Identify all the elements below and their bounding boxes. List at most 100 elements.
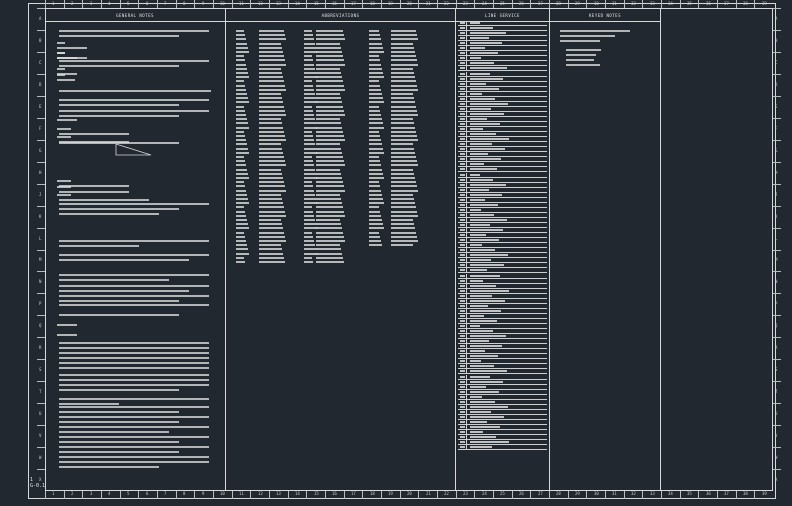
abbreviation-text: [391, 30, 416, 32]
grid-tick: [586, 0, 587, 8]
row-description: [470, 385, 486, 388]
note-text-line: [59, 133, 129, 135]
row-description: [470, 355, 498, 358]
grid-tick: [138, 491, 139, 499]
row-code: [460, 436, 465, 439]
abbreviation-text: [369, 89, 381, 91]
abbreviation-text: [316, 190, 345, 192]
abbreviation-text: [236, 156, 244, 158]
row-description: [470, 128, 483, 131]
slope-diagram: [115, 143, 152, 156]
grid-row-label: P: [39, 301, 42, 306]
note-text-line: [59, 290, 189, 292]
row-description: [470, 102, 508, 105]
grid-column-label: 26: [519, 1, 524, 6]
abbreviation-text: [236, 236, 245, 238]
grid-tick: [773, 8, 781, 9]
abbreviation-text: [316, 219, 340, 221]
abbreviation-text: [391, 215, 418, 217]
grid-tick: [773, 337, 781, 338]
note-text-line: [59, 421, 179, 423]
grid-tick: [773, 271, 781, 272]
note-text-line: [59, 199, 149, 201]
grid-tick: [773, 293, 781, 294]
abbreviation-text: [236, 97, 248, 99]
grid-row-label: H: [39, 170, 42, 175]
abbreviation-text: [236, 85, 245, 87]
grid-column-label: 34: [668, 491, 673, 496]
grid-tick: [45, 0, 46, 8]
abbreviation-text: [236, 127, 249, 129]
row-description: [470, 365, 494, 368]
abbreviation-text: [304, 240, 314, 242]
grid-row-label: R: [775, 345, 778, 350]
abbreviation-text: [236, 59, 245, 61]
row-description: [470, 360, 481, 363]
abbreviation-text: [316, 198, 341, 200]
grid-tick: [474, 0, 475, 8]
row-description: [470, 183, 506, 186]
abbreviation-text: [316, 114, 345, 116]
abbreviation-text: [236, 135, 245, 137]
abbreviation-text: [369, 143, 382, 145]
row-description: [470, 274, 500, 277]
abbreviation-text: [369, 227, 384, 229]
grid-tick: [37, 206, 45, 207]
grid-column-label: 4: [108, 491, 111, 496]
abbreviation-text: [236, 244, 247, 246]
abbreviation-text: [259, 139, 286, 141]
note-text-line: [59, 411, 179, 413]
grid-tick: [101, 0, 102, 8]
abbreviation-text: [259, 202, 283, 204]
row-description: [470, 426, 500, 428]
abbreviation-text: [304, 173, 316, 175]
row-code: [460, 370, 465, 373]
abbreviation-text: [316, 43, 340, 45]
grid-column-label: 16: [332, 491, 337, 496]
grid-tick: [176, 0, 177, 8]
grid-column-label: 3: [90, 491, 93, 496]
grid-row-label: K: [775, 214, 778, 219]
row-description: [470, 163, 484, 166]
sheet-number: G-0.1: [30, 483, 46, 489]
abbreviation-text: [316, 106, 343, 108]
abbreviation-text: [304, 47, 316, 49]
grid-tick: [773, 52, 781, 53]
abbreviation-text: [391, 47, 414, 49]
grid-tick: [773, 228, 781, 229]
abbreviation-text: [316, 38, 345, 40]
grid-tick: [698, 491, 699, 499]
abbreviation-text: [304, 160, 313, 162]
grid-tick: [194, 0, 195, 8]
grid-tick: [37, 293, 45, 294]
grid-tick: [773, 74, 781, 75]
grid-column-label: 19: [388, 1, 393, 6]
abbreviation-text: [391, 148, 414, 150]
grid-column-label: 34: [668, 1, 673, 6]
row-code: [460, 289, 465, 292]
abbreviation-text: [236, 80, 244, 82]
grid-tick: [754, 0, 755, 8]
row-description: [470, 229, 503, 232]
row-description: [470, 446, 492, 449]
abbreviation-text: [391, 152, 415, 154]
grid-row-label: G: [39, 148, 42, 153]
abbreviation-text: [259, 194, 281, 196]
abbreviation-text: [259, 164, 286, 166]
abbreviation-text: [236, 219, 247, 221]
abbreviation-text: [259, 190, 286, 192]
grid-column-label: 27: [538, 491, 543, 496]
note-text-line: [59, 367, 209, 369]
row-description: [470, 239, 499, 242]
note-text-line: [59, 240, 209, 242]
abbreviation-text: [236, 202, 249, 204]
drawing-sheet: 1 2 3 4 5 6 7 8 9 10 11 12 13 14 15 16 17 18 19 20 21 22 23 24 2…: [0, 0, 792, 506]
row-code: [460, 345, 465, 348]
abbreviation-text: [391, 122, 414, 124]
note-text-line: [59, 451, 179, 453]
abbreviation-text: [316, 64, 345, 66]
grid-tick: [661, 0, 662, 8]
grid-column-label: 9: [202, 1, 205, 6]
row-description: [470, 380, 503, 383]
grid-row-label: J: [39, 192, 42, 197]
